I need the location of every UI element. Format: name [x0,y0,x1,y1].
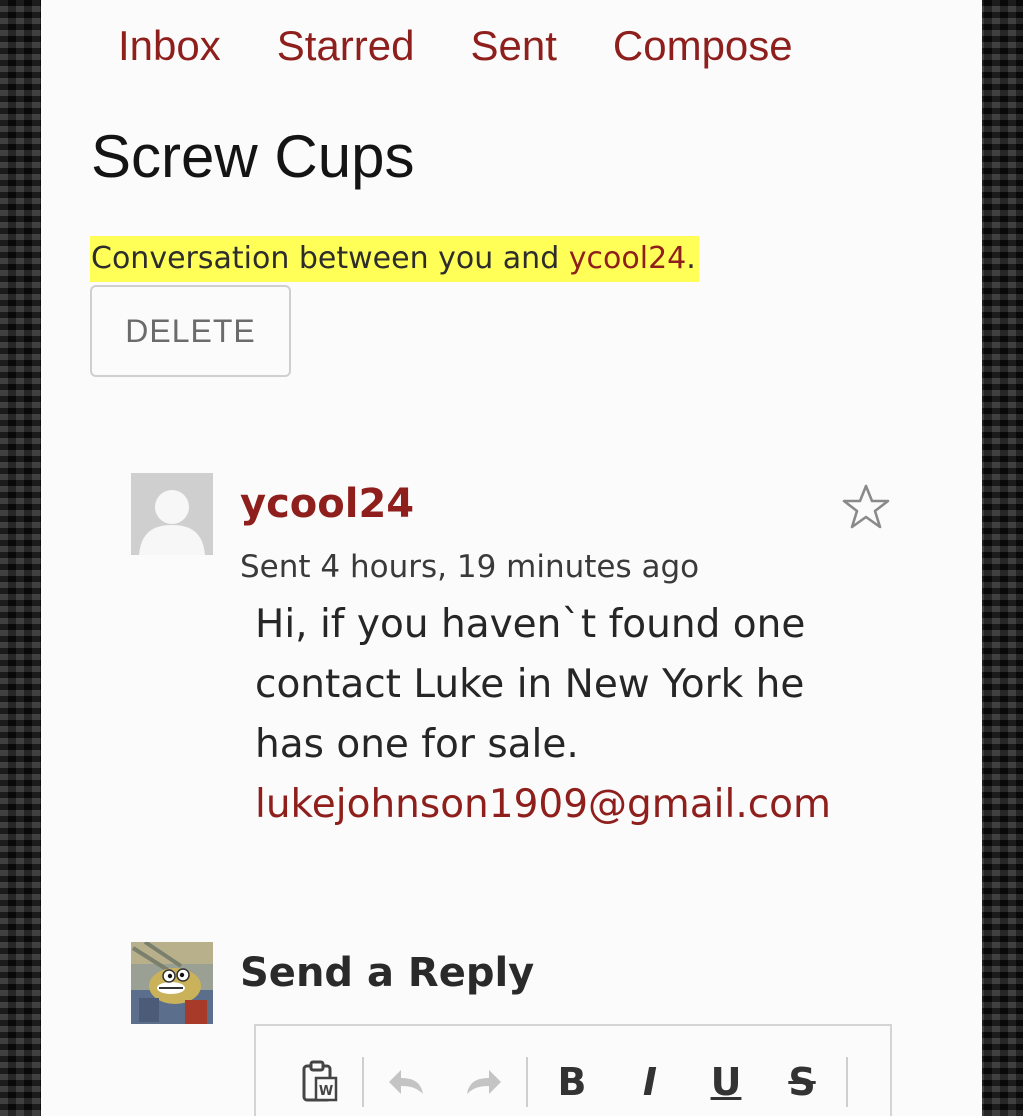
conversation-user-link[interactable]: ycool24 [569,241,686,276]
nav-sent-link[interactable]: Sent [470,22,556,70]
undo-icon [389,1070,423,1094]
undo-button[interactable] [382,1056,432,1108]
reply-heading: Send a Reply [240,950,535,996]
paste-word-icon: W [302,1060,338,1102]
star-outline-icon [842,484,890,529]
nav-compose-link[interactable]: Compose [613,22,793,70]
default-avatar-icon [131,473,213,555]
conversation-suffix: . [686,241,696,276]
star-button[interactable] [841,483,891,531]
sender-name-link[interactable]: ycool24 [240,478,414,530]
underline-label: U [710,1060,742,1104]
message-line: contact Luke in New York he [255,662,805,707]
nav-inbox-link[interactable]: Inbox [118,22,221,70]
conversation-notice: Conversation between you and ycool24. [90,236,699,282]
reply-editor: W B I U S [254,1024,892,1116]
toolbar-separator [526,1057,528,1107]
message-line: Hi, if you haven`t found one [255,602,806,647]
italic-button[interactable]: I [628,1056,672,1108]
redo-button[interactable] [458,1056,508,1108]
message-timestamp: Sent 4 hours, 19 minutes ago [240,549,700,585]
thread-title: Screw Cups [91,123,415,190]
email-link[interactable]: lukejohnson1909@gmail.com [255,782,831,827]
svg-text:W: W [319,1084,333,1099]
underline-button[interactable]: U [704,1056,748,1108]
message-body: Hi, if you haven`t found one contact Luk… [255,595,895,835]
bold-label: B [557,1060,587,1104]
redo-icon [467,1070,501,1094]
nav-starred-link[interactable]: Starred [277,22,415,70]
cartoon-fish-avatar-icon [131,942,213,1024]
toolbar-separator [362,1057,364,1107]
page-panel: Inbox Starred Sent Compose Screw Cups Co… [41,0,982,1116]
message-line: has one for sale. [255,722,579,767]
toolbar-separator [846,1057,848,1107]
delete-button[interactable]: DELETE [90,285,291,377]
strikethrough-button[interactable]: S [780,1056,824,1108]
conversation-prefix: Conversation between you and [91,241,569,276]
current-user-avatar[interactable] [131,942,213,1024]
italic-label: I [642,1060,658,1104]
paste-from-word-button[interactable]: W [296,1056,344,1108]
bold-button[interactable]: B [550,1056,594,1108]
sender-avatar[interactable] [131,473,213,555]
strikethrough-label: S [788,1060,816,1104]
top-nav: Inbox Starred Sent Compose [118,22,793,70]
